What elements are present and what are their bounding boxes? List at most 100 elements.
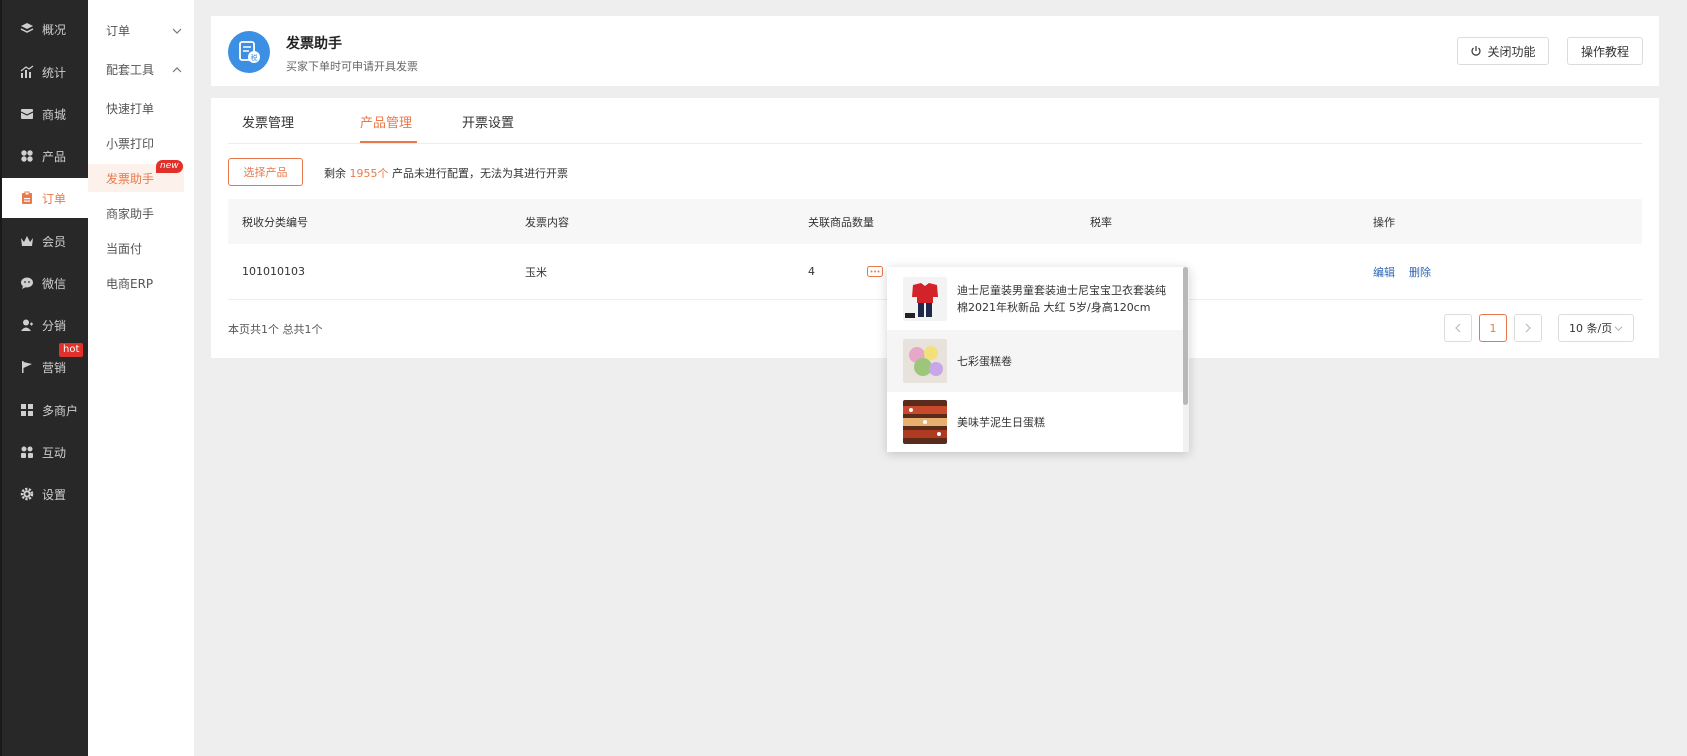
popover-product-item[interactable]: 七彩蛋糕卷 xyxy=(887,330,1183,392)
page-size-select[interactable]: 10 条/页 xyxy=(1558,314,1634,342)
linked-products-popover: 迪士尼童装男童套装迪士尼宝宝卫衣套装纯棉2021年秋新品 大红 5岁/身高120… xyxy=(887,267,1189,452)
chevron-down-icon xyxy=(172,28,182,34)
nav-label: 设置 xyxy=(42,487,67,502)
wechat-icon xyxy=(20,276,34,290)
edit-link[interactable]: 编辑 xyxy=(1373,264,1395,280)
cell-actions: 编辑 删除 xyxy=(1373,244,1445,299)
subnav-item-merchant-assistant[interactable]: 商家助手 xyxy=(88,199,184,227)
popover-product-item[interactable]: 美味芋泥生日蛋糕 xyxy=(887,392,1183,452)
remain-count: 1955个 xyxy=(349,167,389,180)
guide-button[interactable]: 操作教程 xyxy=(1567,37,1643,65)
nav-item-distribution[interactable]: 分销 xyxy=(2,305,90,345)
chevron-down-icon xyxy=(1614,325,1623,331)
nav-item-member[interactable]: 会员 xyxy=(2,221,90,261)
ellipsis-icon[interactable] xyxy=(867,265,883,278)
sub-sidebar: 订单 配套工具 快速打单 小票打印 发票助手 new 商家助手 当面付 电商ER… xyxy=(88,0,194,756)
tab-invoice-settings[interactable]: 开票设置 xyxy=(462,112,514,131)
subnav-item-invoice-assistant[interactable]: 发票助手 new xyxy=(88,160,184,192)
crown-icon xyxy=(20,234,34,248)
power-icon xyxy=(1471,46,1482,56)
nav-label: 互动 xyxy=(42,445,67,460)
subnav-group-order[interactable]: 订单 xyxy=(106,22,182,39)
popover-product-name: 美味芋泥生日蛋糕 xyxy=(957,415,1045,429)
user-icon xyxy=(20,318,34,332)
nav-item-multi-merchant[interactable]: 多商户 xyxy=(2,390,90,430)
tab-invoice-management[interactable]: 发票管理 xyxy=(242,112,294,131)
subnav-group-tools[interactable]: 配套工具 xyxy=(106,61,182,78)
remain-suffix: 产品未进行配置，无法为其进行开票 xyxy=(392,167,568,180)
hot-badge: hot xyxy=(59,343,84,357)
chevron-up-icon xyxy=(172,66,182,72)
popover-product-name: 七彩蛋糕卷 xyxy=(957,354,1012,368)
subnav-item-quick-print[interactable]: 快速打单 xyxy=(88,94,184,122)
store-icon xyxy=(20,403,34,417)
linked-count-value: 4 xyxy=(808,265,815,278)
nav-item-settings[interactable]: 设置 xyxy=(2,474,90,514)
nav-label: 微信 xyxy=(42,276,67,291)
product-thumbnail xyxy=(903,400,947,444)
new-badge: new xyxy=(156,160,183,173)
remain-prefix: 剩余 xyxy=(324,167,346,180)
nav-item-stats[interactable]: 统计 xyxy=(2,52,90,92)
svg-text:税: 税 xyxy=(251,53,258,62)
invoice-app-icon: 税 xyxy=(228,31,270,73)
product-thumbnail xyxy=(903,276,947,321)
col-tax-code: 税收分类编号 xyxy=(242,215,308,229)
select-product-button[interactable]: 选择产品 xyxy=(228,158,303,186)
prev-page-button[interactable] xyxy=(1444,314,1472,342)
nav-label: 订单 xyxy=(42,191,67,206)
page-title: 发票助手 xyxy=(286,36,342,52)
subnav-item-face-pay[interactable]: 当面付 xyxy=(88,234,184,262)
page-button-current[interactable]: 1 xyxy=(1479,314,1507,342)
subnav-item-label: 快速打单 xyxy=(106,101,155,116)
popover-product-name: 迪士尼童装男童套装迪士尼宝宝卫衣套装纯棉2021年秋新品 大红 5岁/身高120… xyxy=(957,283,1166,314)
col-tax-rate: 税率 xyxy=(1090,215,1112,229)
cell-tax-code: 101010103 xyxy=(242,265,305,278)
delete-link[interactable]: 删除 xyxy=(1409,264,1431,280)
col-actions: 操作 xyxy=(1373,215,1395,229)
nav-label: 会员 xyxy=(42,234,67,249)
nav-item-wechat[interactable]: 微信 xyxy=(2,263,90,303)
col-invoice-content: 发票内容 xyxy=(525,215,569,229)
popover-scrollbar-thumb[interactable] xyxy=(1183,267,1188,405)
app-header-card: 税 发票助手 买家下单时可申请开具发票 关闭功能 操作教程 xyxy=(211,16,1659,86)
nav-item-interact[interactable]: 互动 xyxy=(2,432,90,472)
nav-label: 商城 xyxy=(42,107,67,122)
tab-bar: 发票管理 产品管理 开票设置 xyxy=(228,98,1642,144)
product-thumbnail xyxy=(903,339,947,383)
tab-product-management[interactable]: 产品管理 xyxy=(360,112,412,131)
subnav-item-erp[interactable]: 电商ERP xyxy=(88,269,184,297)
remaining-notice: 剩余 1955个 产品未进行配置，无法为其进行开票 xyxy=(324,165,568,181)
chevron-right-icon xyxy=(1525,323,1531,333)
col-linked-count: 关联商品数量 xyxy=(808,215,874,229)
cell-linked-count: 4 xyxy=(808,244,883,299)
popover-product-item[interactable]: 迪士尼童装男童套装迪士尼宝宝卫衣套装纯棉2021年秋新品 大红 5岁/身高120… xyxy=(887,267,1183,330)
table-header: 税收分类编号 发票内容 关联商品数量 税率 操作 xyxy=(228,199,1642,244)
nav-item-product[interactable]: 产品 xyxy=(2,136,90,176)
mail-icon xyxy=(20,107,34,121)
nav-item-order[interactable]: 订单 xyxy=(2,178,90,218)
nav-label: 多商户 xyxy=(42,403,79,418)
subnav-item-label: 小票打印 xyxy=(106,136,155,151)
subnav-item-receipt-print[interactable]: 小票打印 xyxy=(88,129,184,157)
next-page-button[interactable] xyxy=(1514,314,1542,342)
page-size-value: 10 条/页 xyxy=(1569,322,1613,335)
nav-label: 概况 xyxy=(42,22,67,37)
interact-icon xyxy=(20,445,34,459)
subnav-group-label: 订单 xyxy=(106,24,131,38)
active-tab-indicator xyxy=(360,141,417,143)
pagination-summary: 本页共1个 总共1个 xyxy=(228,323,323,336)
nav-item-mall[interactable]: 商城 xyxy=(2,94,90,134)
close-feature-button[interactable]: 关闭功能 xyxy=(1457,37,1549,65)
nav-item-overview[interactable]: 概况 xyxy=(2,9,90,49)
chart-icon xyxy=(20,65,34,79)
nav-label: 产品 xyxy=(42,149,67,164)
subnav-item-label: 电商ERP xyxy=(106,276,154,291)
nav-label: 营销 xyxy=(42,360,67,375)
page-description: 买家下单时可申请开具发票 xyxy=(286,60,418,73)
grid-icon xyxy=(20,149,34,163)
layers-icon xyxy=(20,22,34,36)
subnav-item-label: 发票助手 xyxy=(106,171,155,186)
clipboard-icon xyxy=(20,191,34,205)
chevron-left-icon xyxy=(1455,323,1461,333)
